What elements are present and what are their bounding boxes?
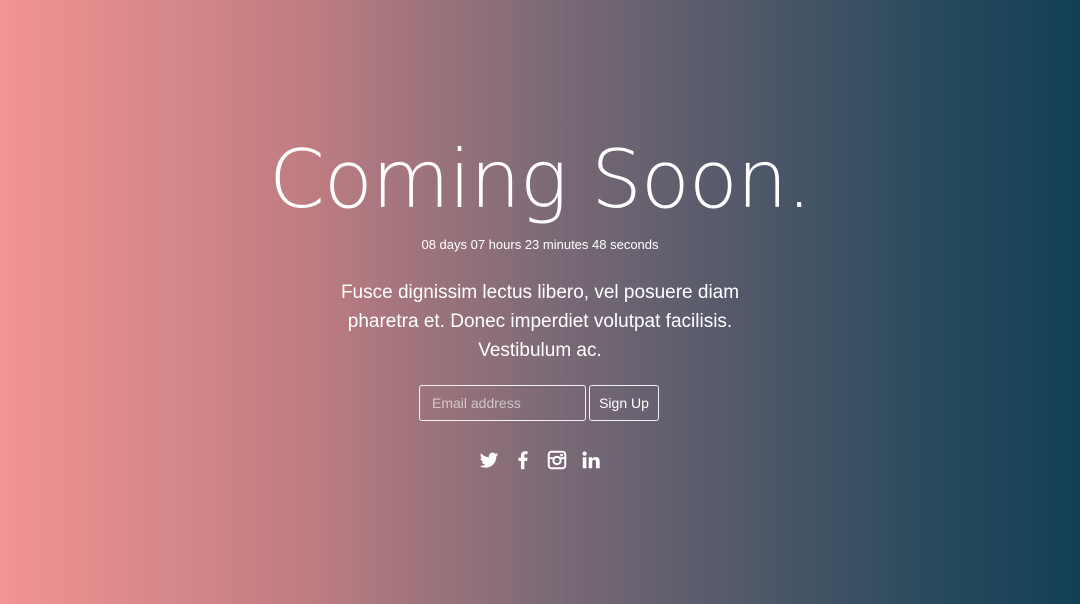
facebook-icon (518, 451, 528, 470)
tagline-text: Fusce dignissim lectus libero, vel posue… (340, 282, 740, 361)
facebook-link[interactable] (512, 449, 534, 471)
countdown-timer: 08 days 07 hours 23 minutes 48 seconds (421, 237, 659, 252)
instagram-link[interactable] (546, 449, 568, 471)
email-field[interactable] (419, 385, 586, 421)
coming-soon-page: Coming Soon. 08 days 07 hours 23 minutes… (0, 0, 1080, 604)
page-title: Coming Soon. (269, 133, 812, 226)
sign-up-button[interactable]: Sign Up (589, 385, 659, 421)
twitter-icon (479, 452, 499, 468)
instagram-icon (547, 450, 567, 470)
social-links (478, 449, 602, 471)
twitter-link[interactable] (478, 449, 500, 471)
signup-form: Sign Up (419, 385, 659, 421)
linkedin-icon (582, 451, 600, 469)
linkedin-link[interactable] (580, 449, 602, 471)
